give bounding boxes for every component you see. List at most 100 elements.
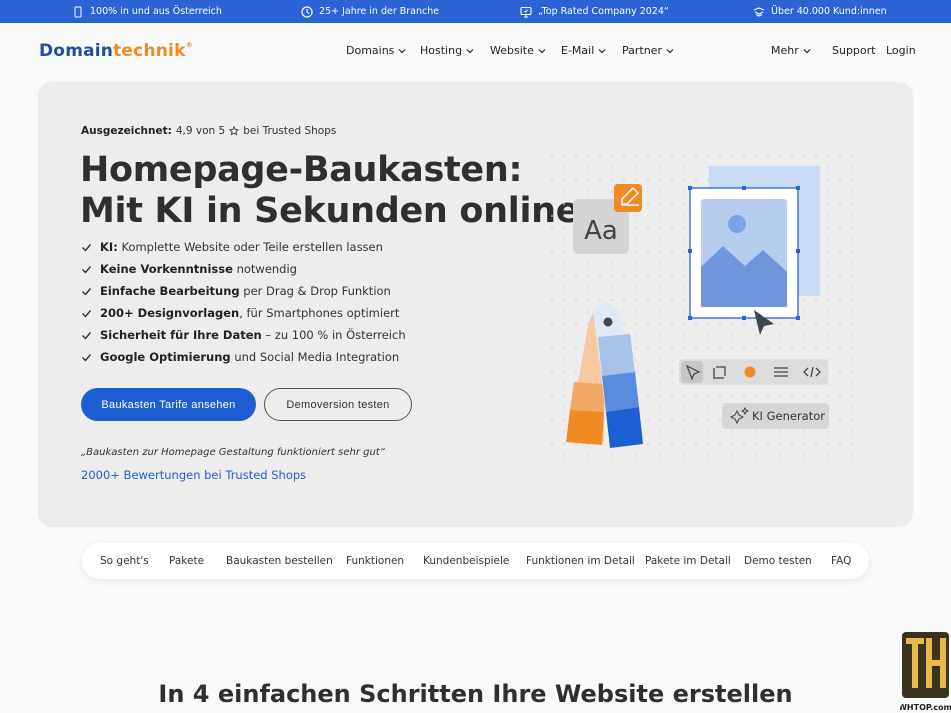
main-navigation: Domaintechnik® Domains Hosting Website E…: [0, 23, 951, 81]
customer-quote: „Baukasten zur Homepage Gestaltung funkt…: [81, 447, 385, 458]
nav-label-partner: Partner: [622, 44, 662, 57]
check-icon: [82, 287, 92, 296]
feature-bold: Keine Vorkenntnisse: [100, 262, 233, 276]
headline-line1: Homepage-Baukasten:: [80, 150, 523, 190]
subnav-item-order[interactable]: Baukasten bestellen: [226, 543, 333, 579]
feature-bold: KI:: [100, 240, 118, 254]
feature-rest: notwendig: [232, 262, 297, 276]
nav-label-support: Support: [832, 44, 876, 57]
nav-link-login[interactable]: Login: [886, 44, 916, 57]
nav-item-more[interactable]: Mehr: [771, 44, 811, 57]
brand-logo[interactable]: Domaintechnik®: [39, 41, 193, 61]
nav-item-partner[interactable]: Partner: [622, 44, 674, 57]
list-item: Einfache Bearbeitung per Drag & Drop Fun…: [81, 280, 406, 302]
test-demo-button[interactable]: Demoversion testen: [264, 388, 412, 421]
topbar-text-austria: 100% in und aus Österreich: [90, 6, 222, 17]
view-plans-button[interactable]: Baukasten Tarife ansehen: [81, 388, 256, 421]
list-item: 200+ Designvorlagen, für Smartphones opt…: [81, 302, 406, 324]
check-icon: [82, 353, 92, 362]
feature-text: Keine Vorkenntnisse notwendig: [100, 262, 297, 276]
nav-label-hosting: Hosting: [420, 44, 463, 57]
chevron-down-icon: [598, 48, 606, 53]
hero-headline: Homepage-Baukasten: Mit KI in Sekunden o…: [80, 150, 580, 232]
list-item: KI: Komplette Website oder Teile erstell…: [81, 236, 406, 258]
brand-logo-part1: Domain: [39, 41, 114, 61]
list-item: Google Optimierung und Social Media Inte…: [81, 346, 406, 368]
brand-logo-part2: technik: [113, 41, 186, 61]
subnav-item-functions[interactable]: Funktionen: [346, 543, 404, 579]
subnav-item-packages[interactable]: Pakete: [169, 543, 204, 579]
swatch-pin: [603, 317, 613, 327]
chevron-down-icon: [666, 48, 674, 53]
subnav-item-packages-detail[interactable]: Pakete im Detail: [645, 543, 731, 579]
feature-bold: Google Optimierung: [100, 350, 231, 364]
topbar-item-austria: 100% in und aus Österreich: [72, 0, 222, 23]
watermark-text: WHTOP.com: [900, 703, 951, 712]
rating-label: Ausgezeichnet:: [81, 125, 172, 137]
nav-label-website: Website: [490, 44, 534, 57]
rating-value: 4,9 von 5: [175, 125, 226, 137]
check-icon: [82, 243, 92, 252]
feature-text: Google Optimierung und Social Media Inte…: [100, 350, 399, 364]
award-icon: [520, 6, 532, 18]
clock-icon: [301, 5, 313, 18]
steps-section-title: In 4 einfachen Schritten Ihre Website er…: [158, 680, 793, 708]
subnav-item-faq[interactable]: FAQ: [831, 543, 851, 579]
hero-section: Ausgezeichnet: 4,9 von 5 bei Trusted Sho…: [38, 82, 913, 527]
edit-badge: [614, 184, 642, 212]
section-subnav: So geht's Pakete Baukasten bestellen Fun…: [82, 543, 869, 579]
subnav-item-demo[interactable]: Demo testen: [744, 543, 812, 579]
feature-rest: und Social Media Integration: [230, 350, 400, 364]
feature-text: KI: Komplette Website oder Teile erstell…: [100, 240, 383, 254]
feature-text: Einfache Bearbeitung per Drag & Drop Fun…: [100, 284, 391, 298]
check-icon: [82, 309, 92, 318]
topbar-text-years: 25+ Jahre in der Branche: [319, 6, 440, 17]
star-icon: [229, 126, 240, 136]
chevron-down-icon: [803, 48, 811, 53]
feature-rest: , für Smartphones optimiert: [239, 306, 400, 320]
nav-item-domains[interactable]: Domains: [346, 44, 406, 57]
check-icon: [82, 331, 92, 340]
austria-flag-icon: [74, 6, 82, 17]
feature-bold: Sicherheit für Ihre Daten: [100, 328, 262, 342]
chevron-down-icon: [538, 48, 546, 53]
nav-label-email: E-Mail: [561, 44, 595, 57]
nav-item-hosting[interactable]: Hosting: [420, 44, 474, 57]
topbar-item-award: „Top Rated Company 2024“: [520, 0, 669, 23]
nav-label-more: Mehr: [771, 44, 799, 57]
feature-rest: – zu 100 % in Österreich: [261, 328, 406, 342]
nav-link-support[interactable]: Support: [832, 44, 875, 57]
subnav-item-functions-detail[interactable]: Funktionen im Detail: [526, 543, 635, 579]
ki-generator-label: KI Generator: [752, 409, 825, 423]
subnav-item-customer-examples[interactable]: Kundenbeispiele: [423, 543, 509, 579]
feature-bold: 200+ Designvorlagen: [100, 306, 240, 320]
image-sun: [728, 215, 746, 233]
feature-text: 200+ Designvorlagen, für Smartphones opt…: [100, 306, 399, 320]
color-tool-icon: [744, 366, 756, 378]
topbar-text-award: „Top Rated Company 2024“: [538, 6, 669, 17]
topbar-item-customers: Über 40.000 Kund:innen: [753, 0, 887, 23]
trusted-shops-rating: Ausgezeichnet: 4,9 von 5 bei Trusted Sho…: [81, 125, 336, 137]
chevron-down-icon: [466, 48, 474, 53]
brand-registered-mark: ®: [185, 41, 193, 49]
chevron-down-icon: [398, 48, 406, 53]
subnav-item-how-it-works[interactable]: So geht's: [100, 543, 149, 579]
top-info-bar: 100% in und aus Österreich 25+ Jahre in …: [0, 0, 951, 23]
feature-text: Sicherheit für Ihre Daten – zu 100 % in …: [100, 328, 406, 342]
nav-label-login: Login: [886, 44, 916, 57]
feature-list: KI: Komplette Website oder Teile erstell…: [81, 236, 406, 368]
feature-rest: Komplette Website oder Teile erstellen l…: [117, 240, 383, 254]
nav-item-email[interactable]: E-Mail: [561, 44, 606, 57]
topbar-text-customers: Über 40.000 Kund:innen: [771, 6, 887, 17]
nav-label-domains: Domains: [346, 44, 395, 57]
list-item: Keine Vorkenntnisse notwendig: [81, 258, 406, 280]
feature-rest: per Drag & Drop Funktion: [239, 284, 391, 298]
nav-item-website[interactable]: Website: [490, 44, 546, 57]
check-icon: [82, 265, 92, 274]
list-item: Sicherheit für Ihre Daten – zu 100 % in …: [81, 324, 406, 346]
feature-bold: Einfache Bearbeitung: [100, 284, 240, 298]
topbar-item-years: 25+ Jahre in der Branche: [301, 0, 439, 23]
builder-illustration: Aa KI Generator: [543, 147, 863, 467]
headline-line2: Mit KI in Sekunden online: [80, 191, 580, 231]
reviews-link[interactable]: 2000+ Bewertungen bei Trusted Shops: [81, 468, 306, 482]
